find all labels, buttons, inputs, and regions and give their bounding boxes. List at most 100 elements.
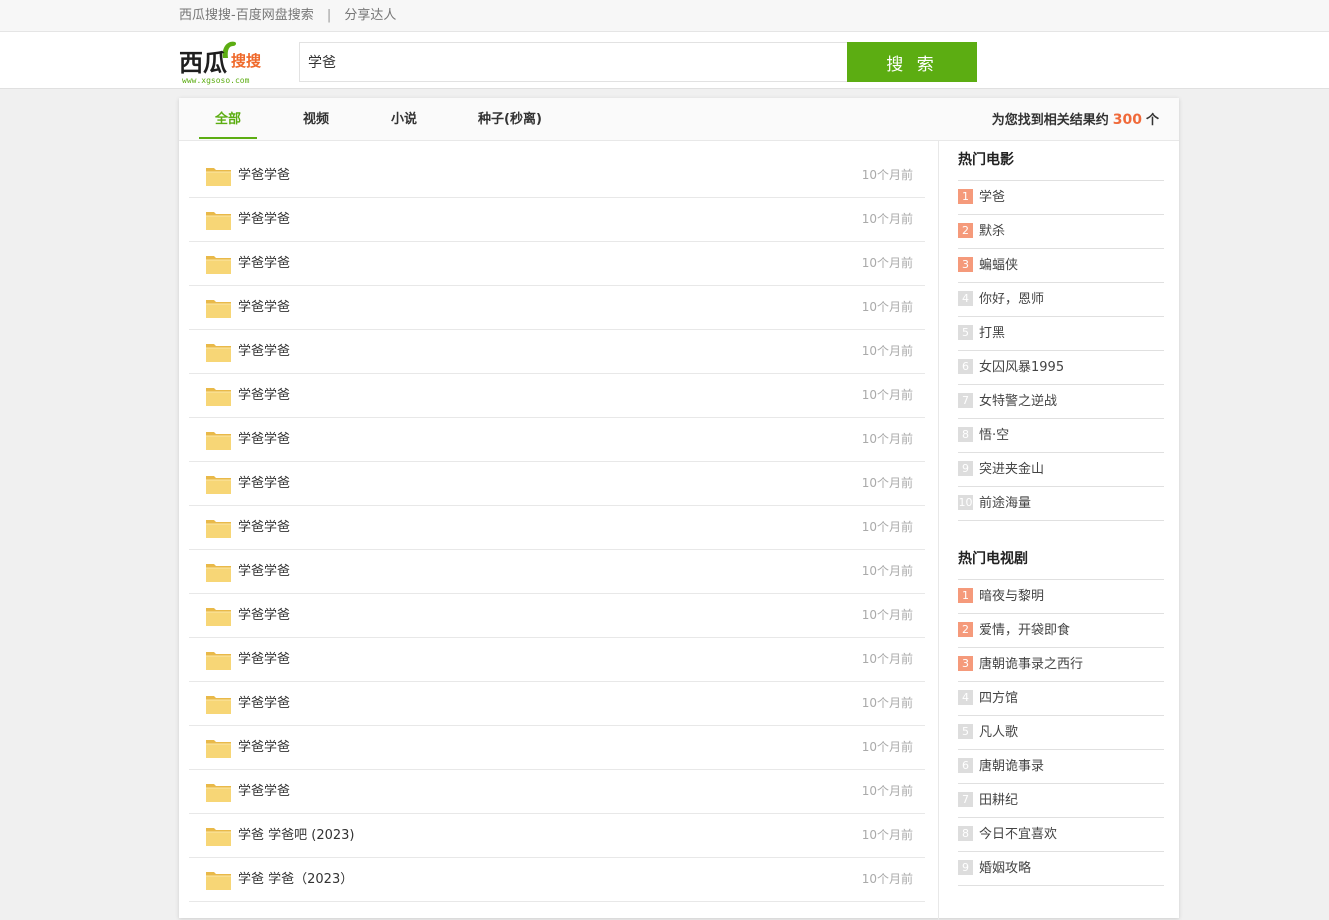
search-button[interactable]: 搜 索 bbox=[847, 42, 977, 82]
rank-badge: 4 bbox=[958, 690, 973, 705]
result-row[interactable]: 学爸学爸 10个月前 bbox=[189, 638, 925, 682]
hot-tv-item[interactable]: 3 唐朝诡事录之西行 bbox=[958, 648, 1164, 682]
hot-tv-item[interactable]: 5 凡人歌 bbox=[958, 716, 1164, 750]
result-time: 10个月前 bbox=[861, 740, 913, 754]
rank-badge: 5 bbox=[958, 724, 973, 739]
result-row[interactable]: 学爸学爸 10个月前 bbox=[189, 550, 925, 594]
rank-badge: 1 bbox=[958, 189, 973, 204]
result-title[interactable]: 学爸学爸 bbox=[238, 682, 290, 725]
share-link[interactable]: 分享达人 bbox=[344, 8, 396, 23]
hot-tv-item-label: 四方馆 bbox=[979, 691, 1019, 706]
result-row[interactable]: 学爸学爸 10个月前 bbox=[189, 198, 925, 242]
hot-tv-title: 热门电视剧 bbox=[958, 539, 1164, 580]
result-title[interactable]: 学爸学爸 bbox=[238, 330, 290, 373]
rank-badge: 1 bbox=[958, 588, 973, 603]
hot-tv-item[interactable]: 7 田耕纪 bbox=[958, 784, 1164, 818]
result-row[interactable]: 学爸学爸 10个月前 bbox=[189, 462, 925, 506]
result-row[interactable]: 学爸学爸 10个月前 bbox=[189, 154, 925, 198]
hot-movie-item[interactable]: 4 你好，恩师 bbox=[958, 283, 1164, 317]
hot-tv-item-label: 唐朝诡事录之西行 bbox=[979, 657, 1084, 672]
result-title[interactable]: 学爸学爸 bbox=[238, 506, 290, 549]
hot-tv-item-label: 今日不宜喜欢 bbox=[979, 827, 1058, 842]
result-title[interactable]: 学爸学爸 bbox=[238, 770, 290, 813]
result-row[interactable]: 学爸学爸 10个月前 bbox=[189, 286, 925, 330]
result-row[interactable]: 学爸学爸 10个月前 bbox=[189, 726, 925, 770]
rank-badge: 7 bbox=[958, 393, 973, 408]
result-row[interactable]: 学爸学爸 10个月前 bbox=[189, 506, 925, 550]
hot-movie-item-label: 女囚风暴1995 bbox=[979, 360, 1065, 375]
hot-tv-item[interactable]: 2 爱情，开袋即食 bbox=[958, 614, 1164, 648]
search-input[interactable] bbox=[299, 42, 847, 82]
hot-tv-item-label: 凡人歌 bbox=[979, 725, 1019, 740]
result-time: 10个月前 bbox=[861, 300, 913, 314]
tab-all[interactable]: 全部 bbox=[199, 98, 257, 139]
result-row[interactable]: 学爸学爸 10个月前 bbox=[189, 374, 925, 418]
hot-movie-item[interactable]: 6 女囚风暴1995 bbox=[958, 351, 1164, 385]
rank-badge: 5 bbox=[958, 325, 973, 340]
folder-icon bbox=[206, 828, 231, 846]
hot-movie-item[interactable]: 10 前途海量 bbox=[958, 487, 1164, 521]
logo-url-text: www.xgsoso.com bbox=[182, 76, 250, 85]
result-row[interactable]: 学爸 学爸吧 (2023) 10个月前 bbox=[189, 814, 925, 858]
result-count-suffix: 个 bbox=[1145, 113, 1159, 128]
result-count-number: 300 bbox=[1112, 112, 1142, 128]
result-row[interactable]: 学爸学爸 10个月前 bbox=[189, 418, 925, 462]
category-tabs: 全部 视频 小说 种子(秒离) 为您找到相关结果约 300 个 bbox=[179, 98, 1179, 141]
result-count: 为您找到相关结果约 300 个 bbox=[992, 98, 1159, 143]
folder-icon bbox=[206, 652, 231, 670]
site-link[interactable]: 西瓜搜搜-百度网盘搜索 bbox=[179, 8, 314, 23]
result-title[interactable]: 学爸 学爸吧 (2023) bbox=[238, 814, 355, 857]
result-title[interactable]: 学爸学爸 bbox=[238, 418, 290, 461]
folder-icon bbox=[206, 344, 231, 362]
result-time: 10个月前 bbox=[861, 696, 913, 710]
result-title[interactable]: 学爸学爸 bbox=[238, 594, 290, 637]
result-time: 10个月前 bbox=[861, 212, 913, 226]
top-bar: 西瓜搜搜-百度网盘搜索 | 分享达人 bbox=[0, 0, 1329, 32]
result-list: 学爸学爸 10个月前 学爸学爸 10个月前 学爸学爸 10个月前 学爸学爸 10个月前 学爸学爸… bbox=[189, 154, 925, 902]
hot-movie-item[interactable]: 2 默杀 bbox=[958, 215, 1164, 249]
result-time: 10个月前 bbox=[861, 828, 913, 842]
hot-movie-item[interactable]: 3 蝙蝠侠 bbox=[958, 249, 1164, 283]
result-row[interactable]: 学爸 学爸（2023） 10个月前 bbox=[189, 858, 925, 902]
folder-icon bbox=[206, 520, 231, 538]
hot-tv-item[interactable]: 4 四方馆 bbox=[958, 682, 1164, 716]
hot-tv-list: 1 暗夜与黎明 2 爱情，开袋即食 3 唐朝诡事录之西行 4 四方馆 5 凡人歌 6 唐朝诡事录 7 田耕… bbox=[958, 580, 1164, 886]
result-title[interactable]: 学爸学爸 bbox=[238, 242, 290, 285]
hot-movie-item[interactable]: 5 打黑 bbox=[958, 317, 1164, 351]
result-title[interactable]: 学爸学爸 bbox=[238, 462, 290, 505]
rank-badge: 2 bbox=[958, 223, 973, 238]
hot-tv-item[interactable]: 9 婚姻攻略 bbox=[958, 852, 1164, 886]
hot-tv-item[interactable]: 6 唐朝诡事录 bbox=[958, 750, 1164, 784]
result-time: 10个月前 bbox=[861, 608, 913, 622]
folder-icon bbox=[206, 476, 231, 494]
tab-torrent[interactable]: 种子(秒离) bbox=[469, 98, 551, 139]
result-time: 10个月前 bbox=[861, 256, 913, 270]
hot-tv-item[interactable]: 1 暗夜与黎明 bbox=[958, 580, 1164, 614]
result-title[interactable]: 学爸学爸 bbox=[238, 726, 290, 769]
hot-movie-item[interactable]: 7 女特警之逆战 bbox=[958, 385, 1164, 419]
rank-badge: 7 bbox=[958, 792, 973, 807]
hot-movie-item[interactable]: 9 突进夹金山 bbox=[958, 453, 1164, 487]
result-row[interactable]: 学爸学爸 10个月前 bbox=[189, 330, 925, 374]
result-row[interactable]: 学爸学爸 10个月前 bbox=[189, 594, 925, 638]
hot-tv-item[interactable]: 8 今日不宜喜欢 bbox=[958, 818, 1164, 852]
result-title[interactable]: 学爸学爸 bbox=[238, 198, 290, 241]
result-title[interactable]: 学爸学爸 bbox=[238, 638, 290, 681]
result-row[interactable]: 学爸学爸 10个月前 bbox=[189, 770, 925, 814]
result-title[interactable]: 学爸学爸 bbox=[238, 154, 290, 197]
result-row[interactable]: 学爸学爸 10个月前 bbox=[189, 242, 925, 286]
result-title[interactable]: 学爸学爸 bbox=[238, 550, 290, 593]
rank-badge: 6 bbox=[958, 758, 973, 773]
results-panel: 全部 视频 小说 种子(秒离) 为您找到相关结果约 300 个 学爸学爸 10个月前学… bbox=[179, 98, 1179, 920]
site-logo[interactable]: 西瓜 搜搜 www.xgsoso.com bbox=[179, 36, 269, 86]
folder-icon bbox=[206, 740, 231, 758]
tab-video[interactable]: 视频 bbox=[291, 98, 341, 139]
result-time: 10个月前 bbox=[861, 784, 913, 798]
folder-icon bbox=[206, 168, 231, 186]
hot-movie-item[interactable]: 1 学爸 bbox=[958, 181, 1164, 215]
result-title[interactable]: 学爸学爸 bbox=[238, 286, 290, 329]
result-row[interactable]: 学爸学爸 10个月前 bbox=[189, 682, 925, 726]
result-title[interactable]: 学爸学爸 bbox=[238, 374, 290, 417]
tab-novel[interactable]: 小说 bbox=[379, 98, 429, 139]
hot-movie-item[interactable]: 8 悟·空 bbox=[958, 419, 1164, 453]
